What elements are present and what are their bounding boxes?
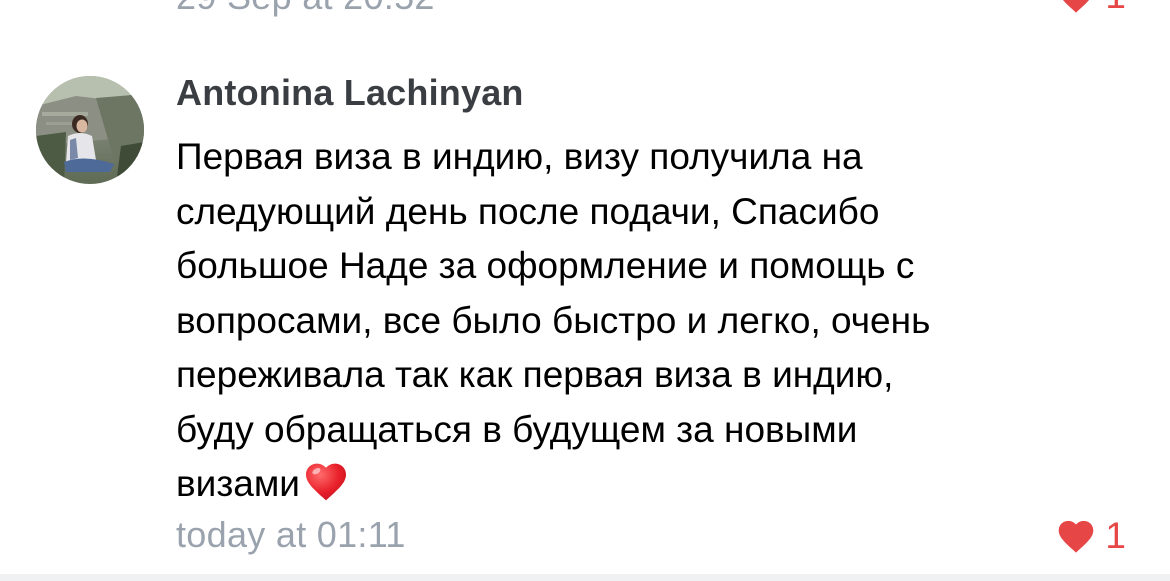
separator <box>0 574 1170 581</box>
comment-text-last-words: визами <box>176 463 300 504</box>
previous-comment-like-count: 1 <box>1105 0 1126 14</box>
heart-icon <box>1063 0 1090 13</box>
comment-text-line: следующий день после подачи, Спасибо <box>176 190 880 232</box>
avatar[interactable] <box>36 76 144 184</box>
comment-text-line: переживала так как первая виза в индию, <box>176 354 894 395</box>
comment-like-button[interactable]: 1 <box>1055 516 1126 554</box>
heart-icon <box>1059 520 1094 553</box>
comment-author[interactable]: Antonina Lachinyan <box>176 72 524 114</box>
avatar-photo <box>36 76 144 184</box>
previous-comment-footer: 29 Sep at 20:52 1 <box>0 0 1170 24</box>
comment-text: Первая виза в индию, визу получила на сл… <box>176 130 1136 512</box>
previous-comment-timestamp: 29 Sep at 20:52 <box>176 0 435 18</box>
comment-text-line: большое Наде за оформление и помощь с <box>176 245 915 286</box>
previous-comment-like-button[interactable]: 1 <box>1055 0 1126 14</box>
comment-like-count: 1 <box>1105 514 1126 556</box>
comments-screen: 29 Sep at 20:52 1 <box>0 0 1170 581</box>
comment-text-line-last: визами <box>176 457 1136 512</box>
comment-text-line: Первая виза в индию, визу получила на <box>176 136 863 177</box>
comment-timestamp: today at 01:11 <box>176 514 406 555</box>
comment-text-line: вопросами, все было быстро и легко, очен… <box>176 299 931 341</box>
comment-text-line: буду обращаться в будущем за новыми <box>176 408 858 450</box>
heart-emoji-icon <box>305 463 346 501</box>
